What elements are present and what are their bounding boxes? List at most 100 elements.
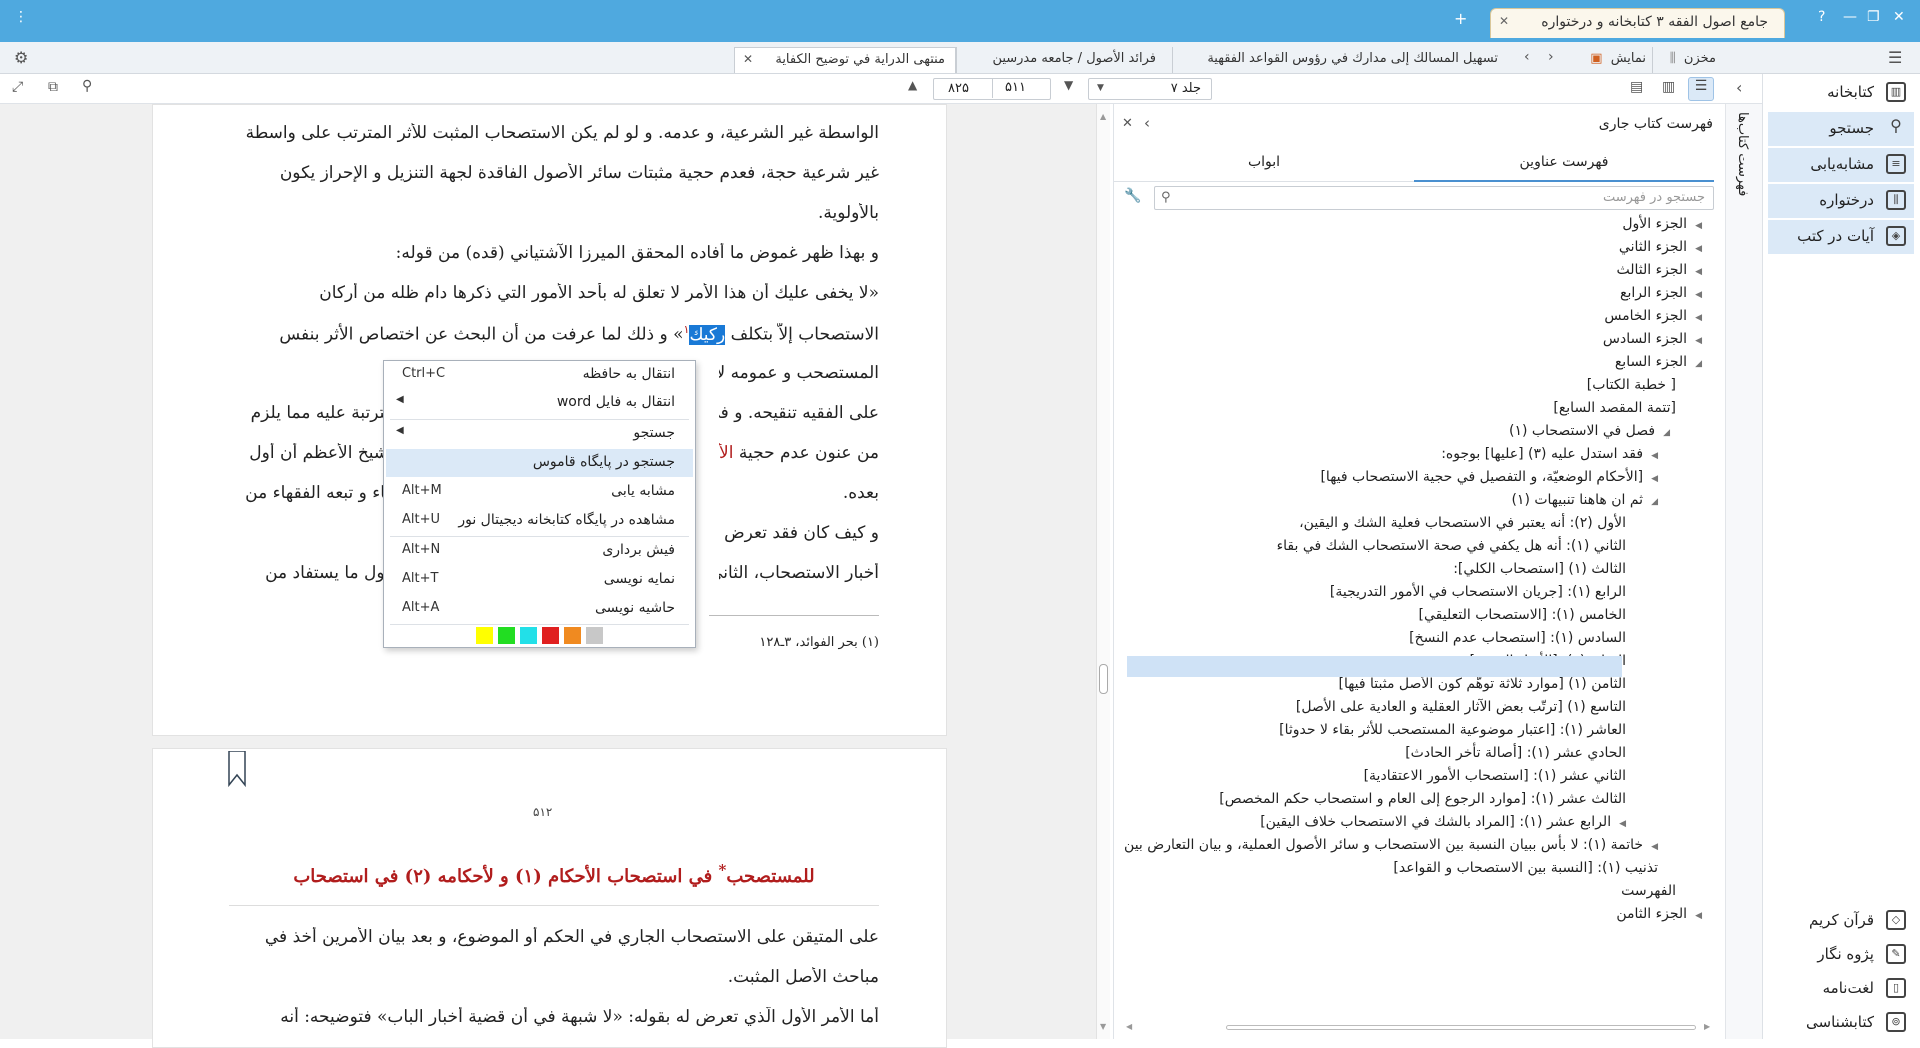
- close-window-icon[interactable]: ✕: [1893, 9, 1905, 25]
- toc-row[interactable]: الأول (٢): أنه يعتبر في الاستصحاب فعلية …: [1299, 515, 1626, 531]
- expand-arrow-icon[interactable]: ◀: [1695, 244, 1702, 254]
- toc-row[interactable]: العاشر (١): [اعتبار موضوعية المستصحب للأ…: [1279, 722, 1626, 738]
- settings-gear-icon[interactable]: ⚙: [14, 48, 28, 67]
- book-tab-close-icon[interactable]: ✕: [743, 52, 753, 66]
- menu-item-copy[interactable]: انتقال به حافظه Ctrl+C: [386, 361, 693, 389]
- highlight-color-green[interactable]: [498, 627, 515, 644]
- minimize-icon[interactable]: —: [1843, 9, 1857, 25]
- selected-word[interactable]: ركيك: [689, 324, 726, 345]
- layout-single-icon[interactable]: ▤: [1630, 79, 1643, 95]
- menu-item-noor-library[interactable]: مشاهده در پایگاه کتابخانه دیجیتال نور Alt…: [386, 507, 693, 535]
- menu-item-search-qamous[interactable]: جستجو در پایگاه قاموس: [386, 449, 693, 477]
- highlight-color-orange[interactable]: [564, 627, 581, 644]
- expand-arrow-icon[interactable]: ◀: [1619, 819, 1626, 829]
- toc-row[interactable]: ◢ الجزء السابع: [1615, 354, 1702, 370]
- toc-row[interactable]: تذنيب (١): [النسبة بين الاستصحاب و القوا…: [1393, 860, 1658, 876]
- document-tab[interactable]: جامع اصول الفقه ۳ کتابخانه و درختواره ✕: [1490, 8, 1785, 38]
- toc-row[interactable]: ◀ خاتمة (١): لا بأس ببيان النسبة بين الاس…: [1124, 837, 1658, 853]
- toc-close-icon[interactable]: ✕: [1122, 116, 1133, 131]
- toc-row[interactable]: ◀ الجزء السادس: [1603, 331, 1702, 347]
- sidebar-item-bibliography[interactable]: کتابشناسی ⊚: [1768, 1006, 1914, 1040]
- zoom-search-icon[interactable]: ⚲: [82, 78, 92, 94]
- toc-row[interactable]: الفهرست: [1621, 883, 1676, 899]
- layout-list-icon[interactable]: ☰: [1688, 77, 1714, 101]
- book-tab[interactable]: فرائد الأصول / جامعه مدرسين: [956, 47, 1172, 73]
- book-tab-active[interactable]: منتهى الدراية في توضيح الكفاية ✕: [734, 47, 956, 73]
- toc-hscrollbar[interactable]: ◀ ▶: [1126, 1022, 1711, 1032]
- toc-row[interactable]: التاسع (١) [ترتّب بعض الآثار العقلية و ا…: [1296, 699, 1626, 715]
- sidebar-item-dictionary[interactable]: لغت‌نامه ▯: [1768, 972, 1914, 1006]
- expand-arrow-icon[interactable]: ◀: [1651, 451, 1658, 461]
- toc-row[interactable]: السادس (١): [استصحاب عدم النسخ]: [1409, 630, 1626, 646]
- toc-row[interactable]: ◀ الجزء الخامس: [1604, 308, 1702, 324]
- bookmark-icon[interactable]: [227, 750, 247, 788]
- toc-row[interactable]: ◀ الجزء الثاني: [1619, 239, 1702, 255]
- menu-item-note-card[interactable]: فیش برداری Alt+N: [386, 537, 693, 565]
- toc-row[interactable]: ◢ فصل في الاستصحاب (١): [1509, 423, 1670, 439]
- toc-hscroll-thumb[interactable]: [1226, 1025, 1696, 1030]
- volume-select[interactable]: جلد ۷ ▼: [1088, 78, 1212, 100]
- collapse-arrow-icon[interactable]: ◢: [1663, 428, 1670, 438]
- book-tab[interactable]: تسهيل المسالك إلى مدارك في رؤوس القواعد …: [1172, 47, 1508, 73]
- toc-row[interactable]: الخامس (١): [الاستصحاب التعليقي]: [1419, 607, 1626, 623]
- toc-row[interactable]: ◀ الجزء الثالث: [1616, 262, 1702, 278]
- highlight-color-gray[interactable]: [586, 627, 603, 644]
- document-tab-close-icon[interactable]: ✕: [1499, 14, 1509, 28]
- menu-item-similar[interactable]: مشابه یابی Alt+M: [386, 478, 693, 506]
- menu-item-export-word[interactable]: انتقال به فایل word ◀: [386, 389, 693, 417]
- expand-arrow-icon[interactable]: ◀: [1695, 267, 1702, 277]
- toc-row[interactable]: الثاني (١): أنه هل يكفي في صحة الاستصحاب…: [1277, 538, 1626, 554]
- compare-view-icon[interactable]: ⧉: [48, 79, 58, 95]
- book-list-strip[interactable]: فهرست کتاب‌ها: [1725, 104, 1762, 1039]
- expand-arrow-icon[interactable]: ◀: [1695, 336, 1702, 346]
- tab-toc-titles[interactable]: فهرست عناوین: [1414, 144, 1714, 182]
- toc-row[interactable]: الثاني عشر (١): [استصحاب الأمور الاعتقاد…: [1364, 768, 1626, 784]
- toc-row[interactable]: [تتمة المقصد السابع]: [1553, 400, 1676, 416]
- sidebar-item-research[interactable]: پژوه نگار ✎: [1768, 938, 1914, 972]
- toc-row[interactable]: الحادي عشر (١): [أصالة تأخر الحادث]: [1405, 745, 1626, 761]
- layout-double-icon[interactable]: ▥: [1662, 79, 1675, 95]
- page-down-icon[interactable]: ▼: [1064, 78, 1073, 92]
- toc-row[interactable]: الثالث عشر (١): [موارد الرجوع إلى العام …: [1219, 791, 1626, 807]
- menu-item-index[interactable]: نمایه نویسی Alt+T: [386, 566, 693, 594]
- toc-row[interactable]: الثالث (١) [استصحاب الكلي]:: [1453, 561, 1626, 577]
- highlight-color-cyan[interactable]: [520, 627, 537, 644]
- sidebar-item-quran[interactable]: قرآن کریم ◇: [1768, 904, 1914, 938]
- sidebar-item-search[interactable]: جستجو ⚲: [1768, 112, 1914, 146]
- toc-row[interactable]: ◀ [الأحكام الوضعيّة، و التفصيل في حجية ال…: [1320, 469, 1658, 485]
- toc-row[interactable]: ◀ فقد استدل عليه (٣) [عليها] بوجوه:: [1441, 446, 1658, 462]
- current-page-input[interactable]: ۵۱۱: [992, 78, 1048, 98]
- sidebar-item-verses[interactable]: آیات در کتب ◈: [1768, 220, 1914, 254]
- collapse-arrow-icon[interactable]: ◢: [1651, 497, 1658, 507]
- help-icon[interactable]: ?: [1818, 9, 1825, 25]
- expand-arrow-icon[interactable]: ◀: [1695, 290, 1702, 300]
- scroll-up-icon[interactable]: ▲: [1100, 112, 1106, 121]
- toc-row[interactable]: [ خطبة الكتاب]: [1587, 377, 1676, 393]
- sidebar-item-tree[interactable]: درختواره ⫼: [1768, 184, 1914, 218]
- toc-row[interactable]: ◢ ثم ان هاهنا تنبيهات (١): [1511, 492, 1658, 508]
- toc-row[interactable]: ◀ الجزء الأول: [1622, 216, 1702, 232]
- toc-row[interactable]: الثامن (١) [موارد ثلاثة توهّم كون الأصل …: [1338, 676, 1626, 692]
- tab-archive[interactable]: مخزن ⫼: [1652, 47, 1722, 73]
- add-tab-button[interactable]: +: [1454, 9, 1467, 28]
- reader-scrollbar[interactable]: ▲ ▼: [1096, 104, 1110, 1039]
- toc-back-icon[interactable]: ‹: [1144, 114, 1150, 132]
- toc-row[interactable]: الرابع (١): [جريان الاستصحاب في الأمور ا…: [1330, 584, 1626, 600]
- expand-arrow-icon[interactable]: ◀: [1695, 911, 1702, 921]
- collapse-sidebar-icon[interactable]: ‹: [1736, 78, 1742, 97]
- tabs-scroll-right-icon[interactable]: ›: [1548, 49, 1554, 65]
- menu-item-search[interactable]: جستجو ◀: [386, 420, 693, 448]
- page-up-icon[interactable]: ▲: [908, 78, 917, 92]
- tabs-scroll-left-icon[interactable]: ‹: [1524, 49, 1530, 65]
- expand-arrow-icon[interactable]: ◀: [1651, 842, 1658, 852]
- tab-display[interactable]: نمایش ▣: [1568, 47, 1652, 73]
- highlight-color-yellow[interactable]: [476, 627, 493, 644]
- toc-tools-icon[interactable]: 🔧: [1124, 188, 1141, 204]
- collapse-arrow-icon[interactable]: ◢: [1695, 359, 1702, 369]
- fullscreen-icon[interactable]: ⤢: [12, 79, 23, 95]
- app-menu-icon[interactable]: ⋮: [14, 9, 28, 25]
- scroll-down-icon[interactable]: ▼: [1100, 1022, 1106, 1031]
- menu-item-annotation[interactable]: حاشیه نویسی Alt+A: [386, 595, 693, 623]
- hamburger-menu-icon[interactable]: ☰: [1888, 48, 1902, 67]
- toc-row[interactable]: ◀ الجزء الرابع: [1620, 285, 1702, 301]
